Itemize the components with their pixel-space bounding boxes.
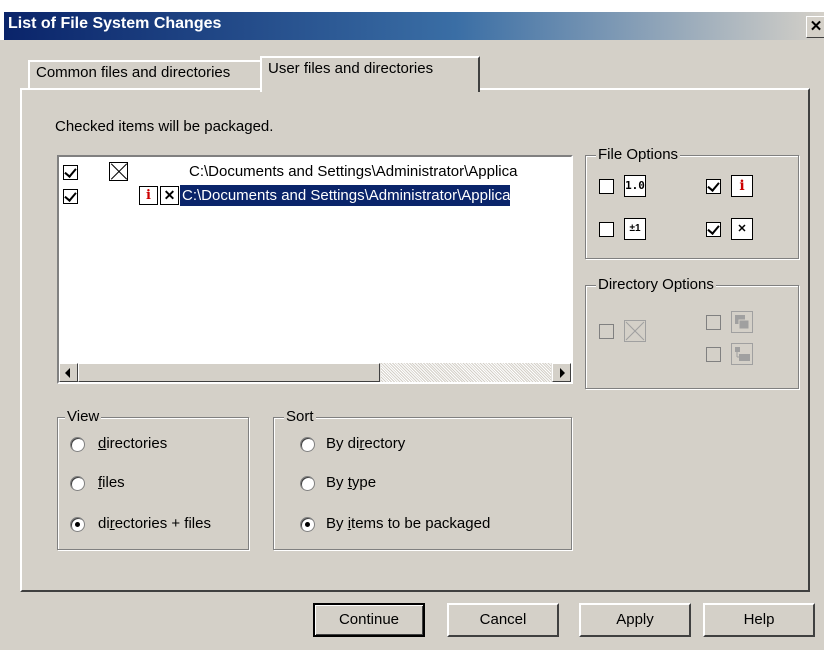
sort-by-directory-text-b: ectory bbox=[364, 435, 406, 452]
file-options-legend: File Options bbox=[596, 146, 681, 163]
view-files-text-b: iles bbox=[102, 474, 125, 491]
view-files-label[interactable]: files bbox=[98, 474, 125, 491]
list-item-path: C:\Documents and Settings\Administrator\… bbox=[180, 185, 511, 206]
deleted-x-icon bbox=[624, 320, 646, 342]
sort-by-type-text-a: By bbox=[326, 474, 348, 491]
scroll-right-button[interactable] bbox=[552, 363, 571, 382]
apply-button[interactable]: Apply bbox=[579, 603, 691, 637]
list-item[interactable]: i ✕ C:\Documents and Settings\Administra… bbox=[59, 185, 571, 207]
file-option-info-checkbox[interactable] bbox=[706, 179, 721, 194]
folder-stack-icon bbox=[731, 311, 753, 333]
list-item-checkbox[interactable] bbox=[63, 189, 78, 204]
view-directories-text-b: irectories bbox=[106, 435, 168, 452]
list-item-checkbox[interactable] bbox=[63, 165, 78, 180]
directory-option-stack-checkbox[interactable] bbox=[706, 315, 721, 330]
window-title: List of File System Changes bbox=[8, 15, 222, 32]
directory-options-legend: Directory Options bbox=[596, 276, 716, 293]
tool-icon: ✕ bbox=[731, 218, 753, 240]
file-options-group: File Options 1.0 i ±1 ✕ bbox=[585, 147, 799, 259]
arrow-left-icon bbox=[65, 368, 70, 378]
list-item[interactable]: C:\Documents and Settings\Administrator\… bbox=[59, 161, 571, 183]
sort-group: Sort By directory By type By items to be… bbox=[273, 409, 572, 550]
tab-common-files[interactable]: Common files and directories bbox=[28, 60, 268, 88]
file-option-calendar-checkbox[interactable] bbox=[599, 222, 614, 237]
list-item-path: C:\Documents and Settings\Administrator\… bbox=[189, 163, 518, 180]
directory-options-group: Directory Options bbox=[585, 277, 799, 389]
view-directories-label[interactable]: directories bbox=[98, 435, 167, 452]
file-option-tool-checkbox[interactable] bbox=[706, 222, 721, 237]
sort-by-type-radio[interactable] bbox=[300, 476, 315, 491]
file-changes-list[interactable]: C:\Documents and Settings\Administrator\… bbox=[57, 155, 573, 384]
cancel-button[interactable]: Cancel bbox=[447, 603, 559, 637]
sort-by-directory-text-a: By di bbox=[326, 435, 360, 452]
horizontal-scrollbar[interactable] bbox=[59, 363, 571, 382]
sort-by-items-radio[interactable] bbox=[300, 517, 315, 532]
sort-by-directory-label[interactable]: By directory bbox=[326, 435, 405, 452]
directory-option-tree-checkbox[interactable] bbox=[706, 347, 721, 362]
sort-by-directory-radio[interactable] bbox=[300, 437, 315, 452]
help-button[interactable]: Help bbox=[703, 603, 815, 637]
deleted-x-graphic bbox=[625, 321, 645, 341]
view-legend: View bbox=[65, 408, 102, 425]
info-icon: i bbox=[731, 175, 753, 197]
scroll-thumb[interactable] bbox=[78, 363, 380, 382]
scroll-track[interactable] bbox=[381, 363, 551, 382]
sort-by-type-text-b: ype bbox=[351, 474, 377, 491]
continue-button[interactable]: Continue bbox=[313, 603, 425, 637]
view-group: View directories files directories + fil… bbox=[57, 409, 249, 550]
view-directories-files-text-a: di bbox=[98, 515, 110, 532]
version-1.0-icon: 1.0 bbox=[624, 175, 646, 197]
view-directories-files-label[interactable]: directories + files bbox=[98, 515, 211, 532]
sort-by-items-text-a: By bbox=[326, 515, 348, 532]
instructions-label: Checked items will be packaged. bbox=[55, 118, 274, 135]
sort-by-items-text-b: tems to be packaged bbox=[351, 515, 491, 532]
folder-stack-graphic bbox=[735, 315, 750, 330]
view-files-radio[interactable] bbox=[70, 476, 85, 491]
directory-option-deleted-checkbox[interactable] bbox=[599, 324, 614, 339]
file-option-version-checkbox[interactable] bbox=[599, 179, 614, 194]
folder-tree-graphic bbox=[735, 347, 750, 361]
tab-user-files[interactable]: User files and directories bbox=[260, 56, 480, 92]
tool-icon: ✕ bbox=[160, 186, 179, 205]
sort-legend: Sort bbox=[284, 408, 316, 425]
close-button[interactable]: ✕ bbox=[806, 16, 824, 38]
title-bar: List of File System Changes ✕ bbox=[0, 0, 824, 40]
arrow-right-icon bbox=[560, 368, 565, 378]
deleted-x-icon bbox=[109, 162, 128, 181]
view-directories-files-radio[interactable] bbox=[70, 517, 85, 532]
folder-tree-icon bbox=[731, 343, 753, 365]
view-directories-radio[interactable] bbox=[70, 437, 85, 452]
sort-by-type-label[interactable]: By type bbox=[326, 474, 376, 491]
sort-by-items-label[interactable]: By items to be packaged bbox=[326, 515, 490, 532]
info-icon: i bbox=[139, 186, 158, 205]
calendar-icon: ±1 bbox=[624, 218, 646, 240]
scroll-left-button[interactable] bbox=[59, 363, 78, 382]
view-directories-files-text-b: ectories + files bbox=[114, 515, 211, 532]
